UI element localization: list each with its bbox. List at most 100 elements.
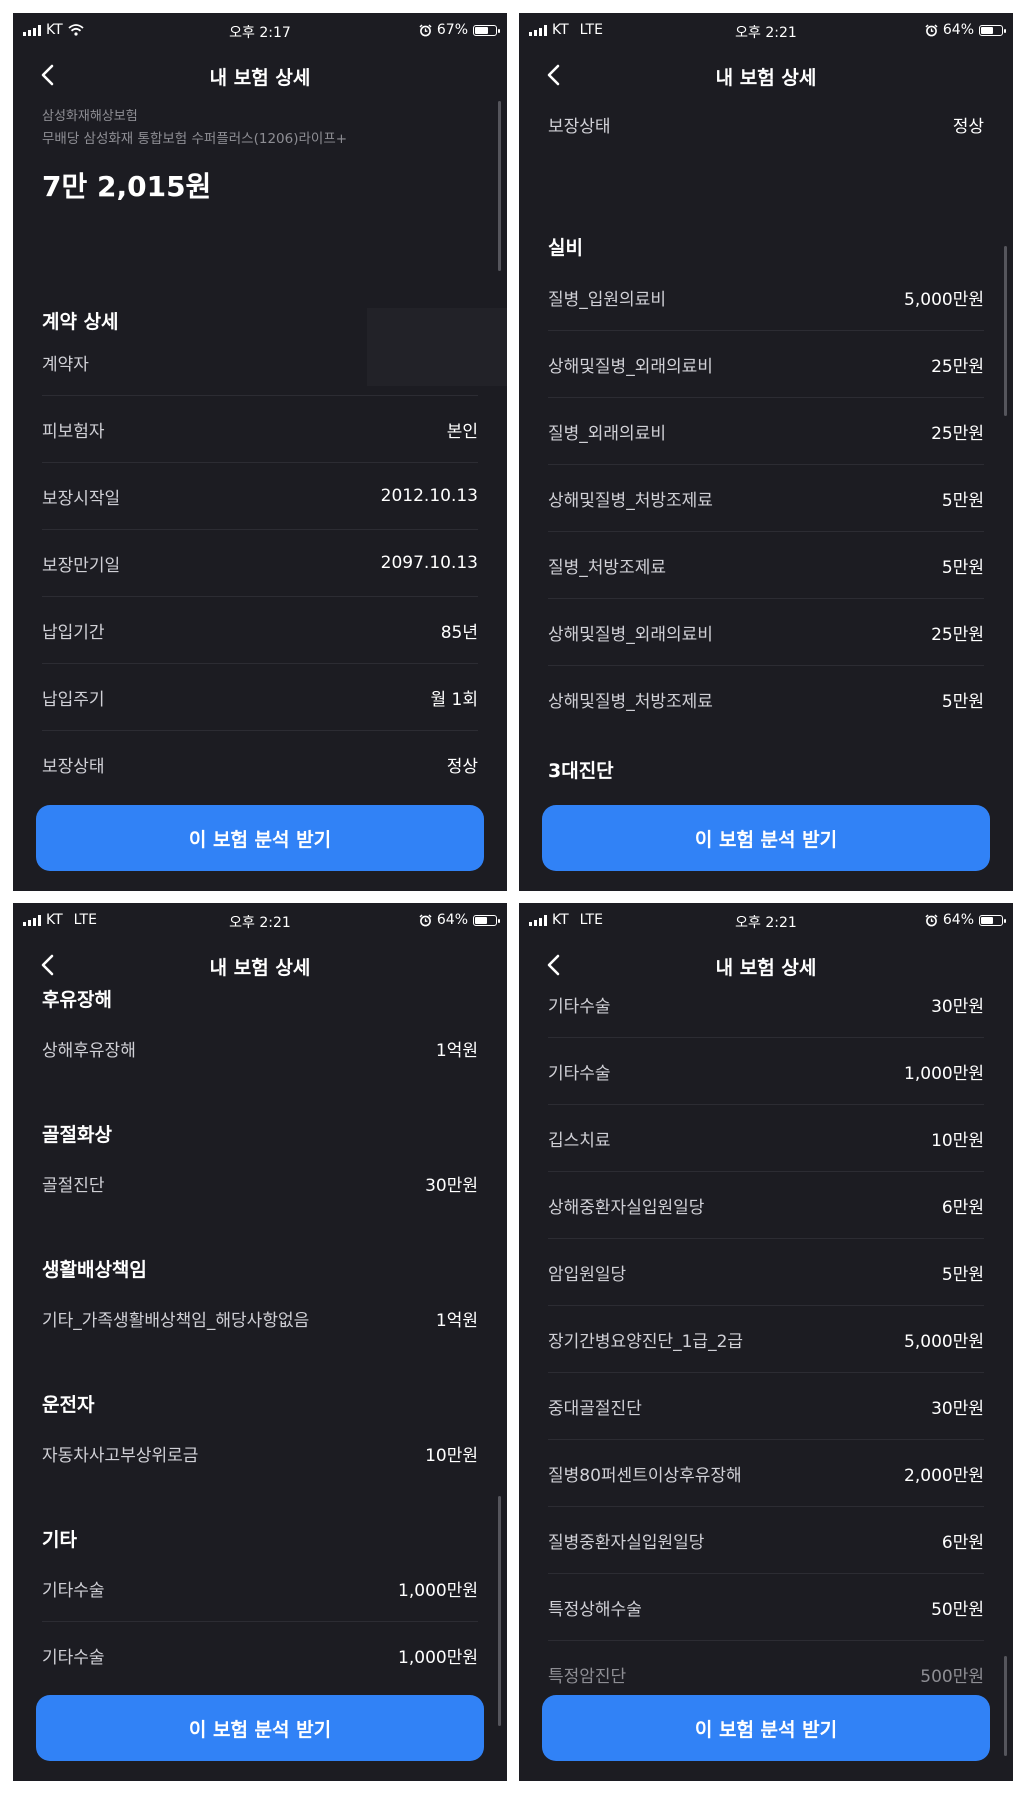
section-title: 3대진단 xyxy=(548,760,614,782)
row-label: 질병_입원의료비 xyxy=(548,289,666,310)
detail-row[interactable]: 보장상태 정상 xyxy=(548,91,984,157)
row-value: 1억원 xyxy=(435,1310,478,1331)
row-label: 기타수술 xyxy=(42,1647,105,1668)
row-value: 30만원 xyxy=(425,1175,478,1196)
detail-row[interactable]: 특정상해수술 50만원 xyxy=(548,1574,984,1641)
row-value: 정상 xyxy=(446,756,478,777)
insurer-name: 삼성화재해상보험 xyxy=(42,109,138,124)
detail-row[interactable]: 기타수술 1,000만원 xyxy=(42,1555,478,1622)
row-label: 납입기간 xyxy=(42,622,105,643)
battery-icon xyxy=(979,24,1006,36)
detail-row[interactable]: 보장만기일 2097.10.13 xyxy=(42,530,478,597)
row-label: 보장시작일 xyxy=(42,488,121,509)
battery-percent: 64% xyxy=(942,912,974,928)
section-title: 골절화상 xyxy=(42,1124,112,1146)
row-label: 기타수술 xyxy=(548,996,611,1017)
analyze-insurance-button[interactable]: 이 보험 분석 받기 xyxy=(542,805,990,871)
row-label: 장기간병요양진단_1급_2급 xyxy=(548,1331,744,1352)
detail-row[interactable]: 납입기간 85년 xyxy=(42,597,478,664)
detail-row[interactable]: 상해및질병_외래의료비 25만원 xyxy=(548,599,984,666)
row-value: 30만원 xyxy=(931,1398,984,1419)
row-value: 본인 xyxy=(446,421,478,442)
detail-row[interactable]: 질병80퍼센트이상후유장해 2,000만원 xyxy=(548,1440,984,1507)
page-title: 내 보험 상세 xyxy=(209,67,311,89)
row-value: 30만원 xyxy=(931,996,984,1017)
detail-row[interactable]: 상해및질병_외래의료비 25만원 xyxy=(548,331,984,398)
row-value: 2,000만원 xyxy=(904,1465,984,1486)
alarm-icon xyxy=(925,23,938,36)
screen-2: KT LTE 오후 2:21 64% 내 보험 상세 보장상태 정상 실비 질병_… xyxy=(519,13,1013,891)
row-label: 자동차사고부상위로금 xyxy=(42,1445,199,1466)
row-label: 피보험자 xyxy=(42,421,105,442)
row-label: 질병중환자실입원일당 xyxy=(548,1532,705,1553)
row-label: 보장상태 xyxy=(548,116,611,137)
row-label: 질병80퍼센트이상후유장해 xyxy=(548,1465,742,1486)
detail-row[interactable]: 암입원일당 5만원 xyxy=(548,1239,984,1306)
screen-4: KT LTE 오후 2:21 64% 내 보험 상세 기타수술 30만원 기타수술… xyxy=(519,903,1013,1781)
row-value: 1,000만원 xyxy=(398,1647,478,1668)
row-label: 중대골절진단 xyxy=(548,1398,642,1419)
detail-row[interactable]: 질병_입원의료비 5,000만원 xyxy=(548,264,984,331)
detail-row[interactable]: 자동차사고부상위로금 10만원 xyxy=(42,1420,478,1486)
detail-row[interactable]: 중대골절진단 30만원 xyxy=(548,1373,984,1440)
row-value: 1,000만원 xyxy=(904,1063,984,1084)
detail-row[interactable]: 기타수술 1,000만원 xyxy=(548,1038,984,1105)
detail-row[interactable]: 상해중환자실입원일당 6만원 xyxy=(548,1172,984,1239)
row-value: 2097.10.13 xyxy=(380,553,478,573)
page-title: 내 보험 상세 xyxy=(715,67,817,89)
row-label: 깁스치료 xyxy=(548,1130,611,1151)
detail-row[interactable]: 피보험자 본인 xyxy=(42,396,478,463)
detail-row[interactable]: 질병중환자실입원일당 6만원 xyxy=(548,1507,984,1574)
detail-row[interactable]: 기타수술 1,000만원 xyxy=(42,1622,478,1688)
analyze-insurance-button[interactable]: 이 보험 분석 받기 xyxy=(542,1695,990,1761)
row-value: 10만원 xyxy=(425,1445,478,1466)
detail-row[interactable]: 기타수술 30만원 xyxy=(548,971,984,1038)
row-value: 1억원 xyxy=(435,1040,478,1061)
row-label: 상해및질병_외래의료비 xyxy=(548,356,713,377)
analyze-insurance-button[interactable]: 이 보험 분석 받기 xyxy=(36,805,484,871)
detail-row[interactable]: 기타_가족생활배상책임_해당사항없음 1억원 xyxy=(42,1285,478,1351)
detail-row[interactable]: 보장상태 정상 xyxy=(42,731,478,797)
scrollbar[interactable] xyxy=(1004,1656,1007,1756)
scrollbar[interactable] xyxy=(498,1496,501,1726)
scrollbar[interactable] xyxy=(1004,246,1007,416)
section-title: 운전자 xyxy=(42,1394,95,1416)
content: 후유장해 상해후유장해 1억원 골절화상 골절진단 30만원 생활배상책임 기타_가… xyxy=(13,989,507,1781)
row-value: 5만원 xyxy=(941,557,984,578)
detail-row[interactable]: 상해및질병_처방조제료 5만원 xyxy=(548,666,984,732)
detail-row[interactable]: 장기간병요양진단_1급_2급 5,000만원 xyxy=(548,1306,984,1373)
detail-row[interactable]: 깁스치료 10만원 xyxy=(548,1105,984,1172)
alarm-icon xyxy=(419,23,432,36)
row-label: 특정암진단 xyxy=(548,1666,627,1687)
row-value: 월 1회 xyxy=(430,689,479,710)
detail-row[interactable]: 골절진단 30만원 xyxy=(42,1150,478,1216)
screen-1: KT 오후 2:17 67% 내 보험 상세 삼성화재해상보험 무배당 삼성화재… xyxy=(13,13,507,891)
scrollbar[interactable] xyxy=(498,101,501,271)
detail-row[interactable]: 상해및질병_처방조제료 5만원 xyxy=(548,465,984,532)
battery-percent: 64% xyxy=(436,912,468,928)
row-label: 기타_가족생활배상책임_해당사항없음 xyxy=(42,1310,310,1331)
row-value: 5,000만원 xyxy=(904,289,984,310)
detail-row[interactable]: 납입주기 월 1회 xyxy=(42,664,478,731)
detail-row[interactable]: 질병_외래의료비 25만원 xyxy=(548,398,984,465)
row-label: 상해중환자실입원일당 xyxy=(548,1197,705,1218)
detail-row[interactable]: 상해후유장해 1억원 xyxy=(42,1015,478,1081)
analyze-insurance-button[interactable]: 이 보험 분석 받기 xyxy=(36,1695,484,1761)
detail-row[interactable]: 질병_처방조제료 5만원 xyxy=(548,532,984,599)
row-value: 10만원 xyxy=(931,1130,984,1151)
battery-percent: 67% xyxy=(436,22,468,38)
row-value: 5만원 xyxy=(941,490,984,511)
nav-bar: 내 보험 상세 xyxy=(13,49,507,101)
row-label: 납입주기 xyxy=(42,689,105,710)
row-label: 질병_처방조제료 xyxy=(548,557,666,578)
row-label: 보장상태 xyxy=(42,756,105,777)
row-value: 6만원 xyxy=(941,1532,984,1553)
row-label: 보장만기일 xyxy=(42,555,121,576)
row-value: 6만원 xyxy=(941,1197,984,1218)
detail-row[interactable]: 보장시작일 2012.10.13 xyxy=(42,463,478,530)
row-value: 1,000만원 xyxy=(398,1580,478,1601)
battery-icon xyxy=(473,24,500,36)
section-title: 기타 xyxy=(42,1529,77,1551)
row-value: 2012.10.13 xyxy=(380,486,478,506)
row-value: 5,000만원 xyxy=(904,1331,984,1352)
